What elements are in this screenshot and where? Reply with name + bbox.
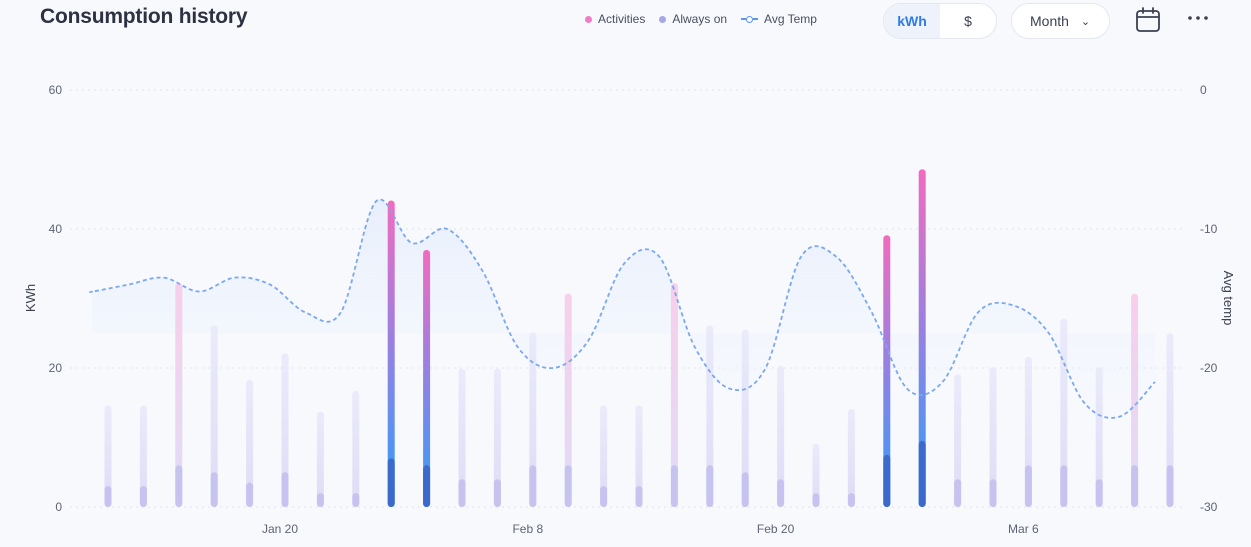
always-on-bar[interactable] xyxy=(529,465,537,507)
always-on-bar[interactable] xyxy=(670,465,678,507)
always-on-bar[interactable] xyxy=(1024,465,1032,507)
always-on-bar[interactable] xyxy=(954,479,962,507)
always-on-bar[interactable] xyxy=(918,440,926,507)
always-on-bar[interactable] xyxy=(1095,479,1103,507)
y-tick-right: 0 xyxy=(1200,83,1207,97)
y-axis-title-right: Avg temp xyxy=(1221,271,1236,326)
x-tick-label: Mar 6 xyxy=(1008,522,1039,536)
always-on-bar[interactable] xyxy=(210,472,218,507)
always-on-bar[interactable] xyxy=(139,486,147,507)
activities-bar[interactable] xyxy=(352,390,360,507)
always-on-bar[interactable] xyxy=(741,472,749,507)
always-on-bar[interactable] xyxy=(387,458,395,507)
always-on-bar[interactable] xyxy=(175,465,183,507)
y-tick-left: 0 xyxy=(55,500,62,514)
always-on-bar[interactable] xyxy=(883,454,891,507)
activities-bar[interactable] xyxy=(847,409,855,507)
always-on-bar[interactable] xyxy=(600,486,608,507)
y-tick-left: 20 xyxy=(49,361,63,375)
y-tick-right: -20 xyxy=(1200,361,1218,375)
always-on-bar[interactable] xyxy=(777,479,785,507)
always-on-bar[interactable] xyxy=(246,482,254,507)
activities-bar[interactable] xyxy=(316,411,324,507)
consumption-chart: 0204060-30-20-100Jan 20 Feb 8 Feb 20 Mar 6 … xyxy=(23,83,1236,536)
y-tick-left: 40 xyxy=(49,222,63,236)
consumption-history-panel: Consumption history Activities Always on… xyxy=(0,0,1251,547)
always-on-bar[interactable] xyxy=(104,486,112,507)
x-tick-label: Jan 20 xyxy=(262,522,298,536)
always-on-bar[interactable] xyxy=(1131,465,1139,507)
y-tick-right: -30 xyxy=(1200,500,1218,514)
y-tick-right: -10 xyxy=(1200,222,1218,236)
always-on-bar[interactable] xyxy=(493,479,501,507)
always-on-bar[interactable] xyxy=(847,493,855,507)
always-on-bar[interactable] xyxy=(989,479,997,507)
always-on-bar[interactable] xyxy=(706,465,714,507)
y-axis-title-left: KWh xyxy=(23,284,38,312)
x-tick-label: Feb 20 xyxy=(757,522,795,536)
always-on-bar[interactable] xyxy=(352,493,360,507)
always-on-bar[interactable] xyxy=(1166,465,1174,507)
always-on-bar[interactable] xyxy=(458,479,466,507)
always-on-bar[interactable] xyxy=(812,493,820,507)
always-on-bar[interactable] xyxy=(423,465,431,507)
always-on-bar[interactable] xyxy=(316,493,324,507)
always-on-bar[interactable] xyxy=(564,465,572,507)
always-on-bar[interactable] xyxy=(1060,465,1068,507)
always-on-bar[interactable] xyxy=(635,486,643,507)
always-on-bar[interactable] xyxy=(281,472,289,507)
x-tick-label: Feb 8 xyxy=(512,522,543,536)
y-tick-left: 60 xyxy=(49,83,63,97)
